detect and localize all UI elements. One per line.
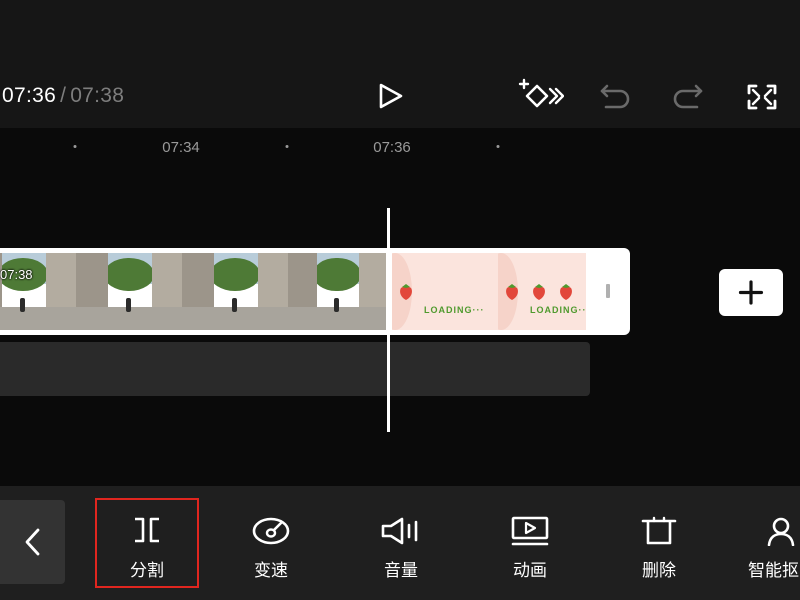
redo-icon: [673, 84, 703, 109]
loading-text: LOADING···: [530, 305, 586, 315]
speed-tool[interactable]: 变速: [221, 500, 321, 586]
ruler-label: 07:34: [162, 139, 200, 156]
add-clip-button[interactable]: [719, 269, 783, 316]
smart-cutout-tool[interactable]: 智能抠: [738, 500, 800, 586]
volume-tool[interactable]: 音量: [351, 500, 451, 586]
tool-label: 删除: [642, 561, 676, 580]
strawberry-icon: [506, 284, 518, 300]
strawberry-icon: [533, 284, 545, 300]
strawberry-icon: [400, 284, 412, 300]
play-button[interactable]: [370, 80, 410, 112]
fullscreen-icon: [747, 84, 777, 110]
timeline[interactable]: 07:34 07:36 07:38 LOADING··· LOADING···: [0, 128, 800, 486]
tool-label: 变速: [254, 561, 288, 580]
clip-thumbnail: [0, 253, 76, 330]
volume-icon: [381, 517, 418, 545]
clip-thumbnails: 07:38 LOADING··· LOADING···: [0, 253, 586, 330]
play-icon: [379, 83, 403, 109]
fullscreen-button[interactable]: [744, 81, 780, 113]
speed-icon: [252, 517, 290, 545]
loading-thumbnail: LOADING···: [498, 253, 586, 330]
add-keyframe-icon: [518, 78, 564, 108]
tool-label: 分割: [130, 561, 164, 580]
ruler-tick: [73, 145, 77, 148]
clip-thumbnail: [76, 253, 182, 330]
clip-start-time: 07:38: [0, 267, 33, 282]
delete-tool[interactable]: 删除: [609, 500, 709, 586]
animation-icon: [511, 516, 549, 546]
video-editor: 07:36/07:38 07:34 07:36 07:38 LOADING···…: [0, 0, 800, 600]
loading-thumbnail: LOADING···: [392, 253, 498, 330]
audio-track[interactable]: [0, 342, 590, 396]
tool-label: 音量: [384, 561, 418, 580]
clip-thumbnail: [288, 253, 386, 330]
tool-label: 智能抠: [748, 561, 799, 580]
current-time: 07:36: [2, 84, 57, 107]
time-display: 07:36/07:38: [2, 84, 124, 108]
animation-tool[interactable]: 动画: [480, 500, 580, 586]
edit-toolbar: 分割 变速 音量 动画 删除 智能抠: [0, 486, 800, 600]
redo-button[interactable]: [669, 82, 707, 112]
preview-header: 07:36/07:38: [0, 0, 800, 128]
chevron-left-icon: [25, 528, 40, 556]
strawberry-icon: [560, 284, 572, 300]
total-time: 07:38: [70, 84, 125, 107]
time-separator: /: [60, 84, 67, 107]
tool-label: 动画: [513, 561, 547, 580]
ruler-tick: [285, 145, 289, 148]
split-tool[interactable]: 分割: [95, 498, 199, 588]
smart-cutout-icon: [767, 517, 795, 546]
playhead[interactable]: [387, 208, 390, 432]
back-button[interactable]: [0, 500, 65, 584]
loading-text: LOADING···: [424, 305, 485, 315]
ruler-label: 07:36: [373, 139, 411, 156]
clip-thumbnail: [182, 253, 288, 330]
plus-icon: [738, 280, 764, 305]
delete-icon: [641, 516, 677, 545]
clip-trim-handle[interactable]: [606, 284, 610, 298]
undo-icon: [600, 84, 630, 109]
video-clip[interactable]: 07:38 LOADING··· LOADING···: [0, 248, 630, 335]
ruler-tick: [496, 145, 500, 148]
add-keyframe-button[interactable]: [514, 78, 564, 114]
split-icon: [135, 517, 159, 543]
undo-button[interactable]: [596, 82, 634, 112]
